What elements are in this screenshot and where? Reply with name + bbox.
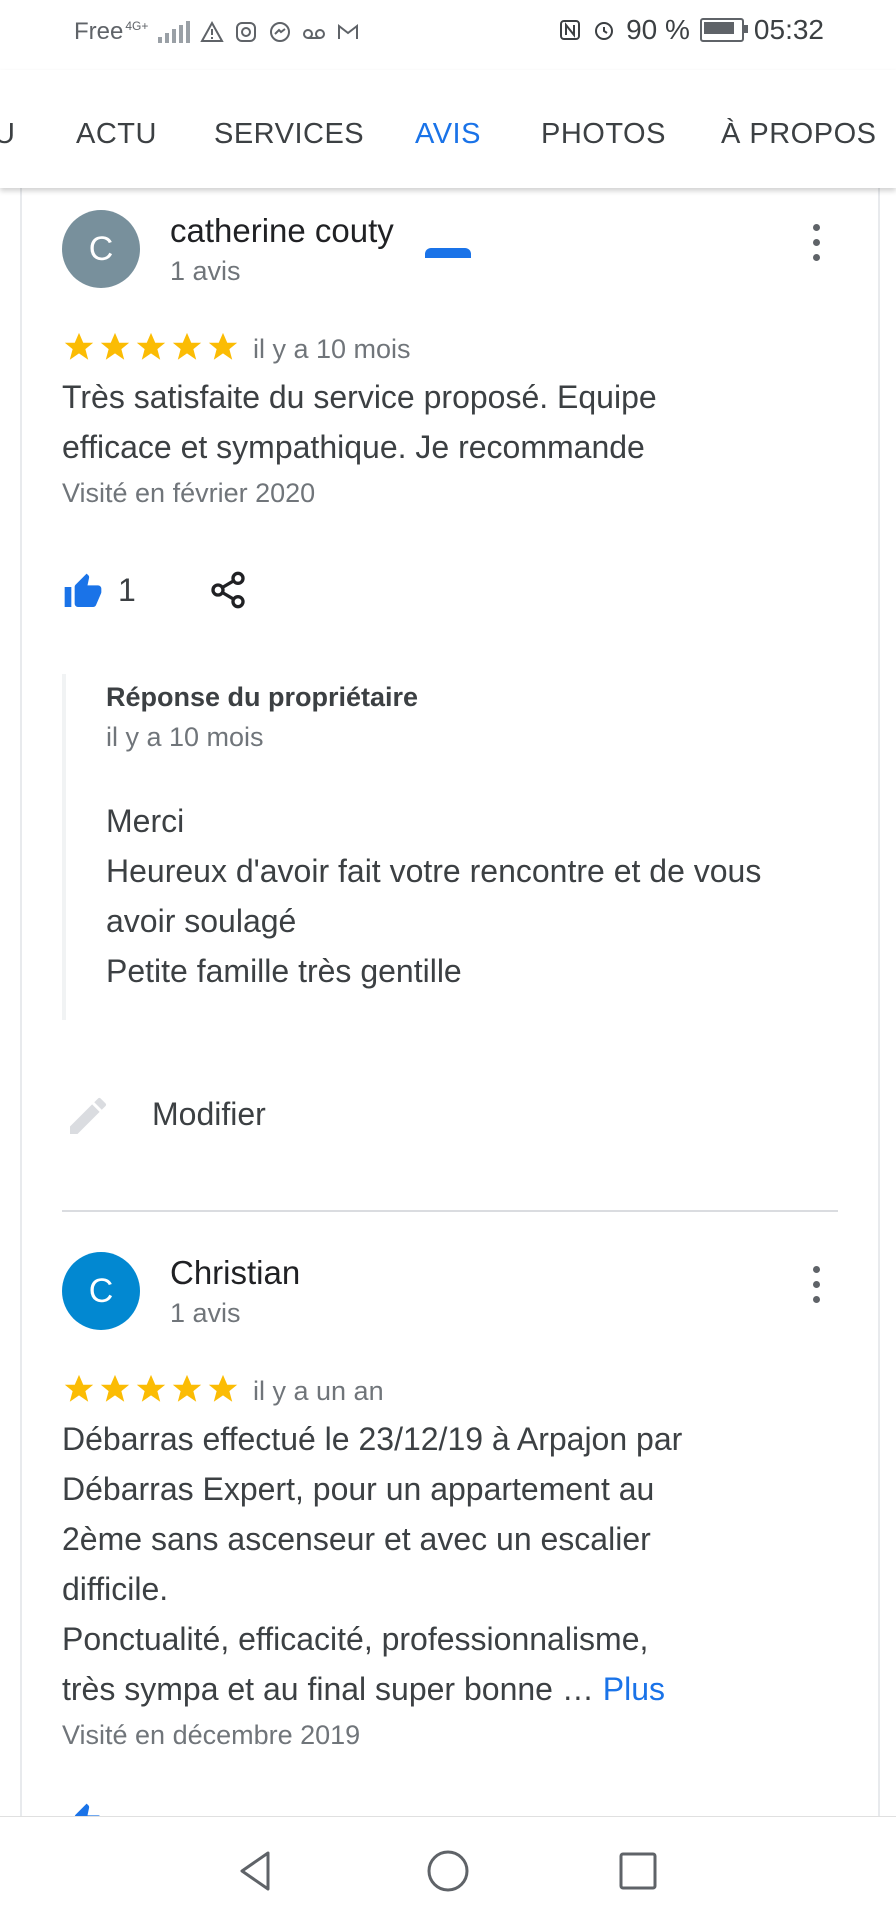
review-time: il y a 10 mois (253, 334, 411, 364)
review-time: il y a un an (253, 1376, 384, 1406)
gmail-icon (338, 23, 359, 39)
messenger-icon (270, 22, 291, 42)
status-right: 90 % 05:32 (558, 14, 824, 46)
thumbs-up-icon[interactable] (62, 1802, 104, 1816)
status-bar: Free 4G+ 90 % 05:32 (0, 0, 896, 70)
review-text: Très satisfaite du service proposé. Equi… (62, 379, 657, 465)
tab-menu[interactable]: U (0, 118, 15, 151)
star-icon (64, 332, 94, 360)
like-button[interactable]: 1 (62, 566, 142, 616)
more-link[interactable]: Plus (603, 1671, 665, 1707)
edit-reply-button[interactable]: Modifier (62, 1086, 322, 1142)
star-icon (208, 1374, 238, 1402)
thumbs-up-icon (64, 573, 102, 607)
reviews-list: C catherine couty 1 avis il y a 10 mois … (20, 188, 880, 1816)
warning-icon (200, 20, 225, 42)
tab-services[interactable]: SERVICES (214, 118, 364, 151)
tab-photos[interactable]: PHOTOS (541, 118, 666, 151)
more-options-icon[interactable] (796, 1260, 836, 1310)
star-icon (172, 332, 202, 360)
owner-reply-title: Réponse du propriétaire (106, 682, 419, 712)
system-nav-bar (0, 1816, 896, 1921)
network-label: 4G+ (125, 19, 149, 33)
status-left: Free 4G+ (74, 18, 360, 46)
star-icon (64, 1374, 94, 1402)
visit-date: Visité en février 2020 (62, 478, 316, 508)
owner-reply: Réponse du propriétaire il y a 10 mois M… (62, 674, 826, 1020)
review-divider (62, 1210, 838, 1212)
nfc-icon (560, 20, 581, 40)
reviewer-name[interactable]: Christian (170, 1254, 300, 1292)
star-icon (100, 1374, 130, 1402)
share-icon[interactable] (208, 568, 248, 612)
review-count: 1 avis (170, 1298, 241, 1328)
clock: 05:32 (753, 14, 824, 45)
voicemail-icon (303, 29, 326, 39)
review-text-content: Débarras effectué le 23/12/19 à Arpajon … (62, 1421, 683, 1707)
star-icon (172, 1374, 202, 1402)
back-icon[interactable] (232, 1847, 280, 1895)
tab-actu[interactable]: ACTU (76, 118, 157, 151)
carrier-label: Free (74, 18, 124, 45)
owner-reply-time: il y a 10 mois (106, 722, 264, 752)
review-text: Débarras effectué le 23/12/19 à Arpajon … (62, 1414, 852, 1714)
avatar[interactable]: C (62, 1252, 140, 1330)
star-icon (208, 332, 238, 360)
home-icon[interactable] (424, 1847, 472, 1895)
active-tab-indicator (425, 248, 471, 258)
edit-label: Modifier (152, 1096, 266, 1132)
battery-percent: 90 % (626, 14, 690, 45)
alarm-icon (595, 22, 614, 40)
visit-date: Visité en décembre 2019 (62, 1720, 361, 1750)
owner-reply-text: Merci Heureux d'avoir fait votre rencont… (106, 803, 762, 989)
star-icon (136, 1374, 166, 1402)
battery-icon (699, 18, 748, 42)
star-icon (100, 332, 130, 360)
more-options-icon[interactable] (796, 218, 836, 268)
signal-icon (158, 21, 191, 43)
tab-bar: U ACTU SERVICES AVIS PHOTOS À PROPOS (0, 70, 896, 258)
star-rating (62, 330, 240, 364)
star-rating (62, 1372, 240, 1406)
avatar[interactable]: C (62, 210, 140, 288)
tab-avis[interactable]: AVIS (415, 118, 481, 151)
star-icon (136, 332, 166, 360)
review-count: 1 avis (170, 256, 241, 286)
tab-a-propos[interactable]: À PROPOS (721, 118, 877, 151)
pencil-icon (70, 1097, 107, 1134)
instagram-icon (236, 22, 257, 42)
like-count: 1 (118, 572, 136, 608)
recents-icon[interactable] (614, 1847, 662, 1895)
reviewer-name[interactable]: catherine couty (170, 212, 394, 250)
